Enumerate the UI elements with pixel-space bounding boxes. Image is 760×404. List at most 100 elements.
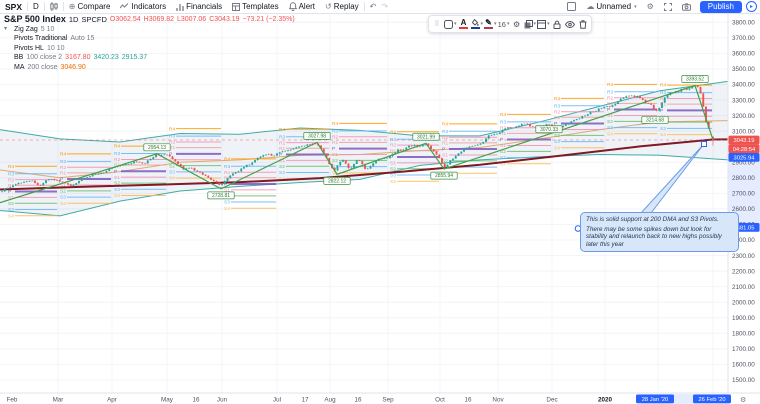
axis-settings-gear-icon[interactable]: ⚙	[740, 396, 746, 404]
svg-text:S1: S1	[332, 152, 338, 158]
svg-text:R2: R2	[554, 109, 560, 115]
svg-text:R3: R3	[169, 134, 175, 140]
callout-note[interactable]: This is solid support at 200 DMA and S3 …	[580, 212, 739, 252]
svg-text:Sep: Sep	[382, 397, 394, 404]
alert-button[interactable]: Alert	[284, 0, 320, 13]
svg-text:S1: S1	[442, 153, 448, 159]
indicator-row-pivots-traditional[interactable]: ▾ Pivots Traditional Auto 15	[4, 34, 295, 44]
indicator-name: BB	[14, 53, 23, 63]
indicator-row-bb[interactable]: ▾ BB 100 close 2 3167.80 3420.23 2915.37	[4, 53, 295, 63]
ohlc-open: O3062.54	[110, 15, 141, 25]
svg-text:Jun: Jun	[217, 397, 228, 404]
ohlc-close: C3043.19	[209, 15, 239, 25]
template-button[interactable]: ▾	[537, 18, 550, 31]
lock-button[interactable]	[551, 18, 563, 31]
layout-menu[interactable]: ☁ Unnamed ▾	[581, 0, 641, 13]
svg-text:3070.33: 3070.33	[540, 127, 558, 133]
panel-icon	[567, 2, 576, 11]
svg-text:2800.00: 2800.00	[732, 175, 755, 182]
svg-text:S3: S3	[169, 169, 175, 175]
pencil-icon: ✎	[484, 19, 493, 29]
redo-button[interactable]: ↷	[381, 0, 393, 13]
svg-text:S4: S4	[607, 131, 613, 137]
chart-type-button[interactable]	[45, 0, 63, 13]
templates-button[interactable]: Templates	[227, 0, 283, 13]
line-color-button[interactable]: ✎ ▾	[484, 18, 497, 31]
svg-text:S2: S2	[607, 119, 613, 125]
fill-color-button[interactable]: ▾	[471, 18, 484, 31]
interval-button[interactable]: D	[28, 0, 44, 13]
trash-icon	[579, 20, 587, 29]
symbol-label: SPX	[5, 2, 22, 12]
svg-text:2855.94: 2855.94	[435, 173, 453, 179]
indicator-row-ma[interactable]: ▾ MA 200 close 3046.90	[4, 63, 295, 73]
publish-button[interactable]: Publish	[700, 1, 742, 13]
legend-symbol: S&P 500 Index	[4, 15, 66, 25]
clone-style-button[interactable]: ▾	[524, 18, 537, 31]
svg-text:R3: R3	[607, 89, 613, 95]
undo-icon: ↶	[370, 3, 377, 11]
svg-text:3300.00: 3300.00	[732, 97, 755, 104]
svg-text:S3: S3	[224, 200, 230, 206]
svg-text:2700.00: 2700.00	[732, 191, 755, 198]
svg-text:R1: R1	[442, 140, 448, 146]
svg-text:3100.00: 3100.00	[732, 128, 755, 135]
svg-text:S2: S2	[332, 158, 338, 164]
svg-text:S4: S4	[554, 145, 560, 151]
templates-label: Templates	[242, 2, 278, 11]
svg-text:1600.00: 1600.00	[732, 362, 755, 369]
compare-button[interactable]: ⊕ Compare	[64, 0, 116, 13]
fullscreen-button[interactable]	[659, 0, 677, 13]
financials-button[interactable]: Financials	[171, 0, 227, 13]
indicators-icon	[120, 3, 129, 10]
screener-panel-button[interactable]	[562, 0, 581, 13]
svg-text:S3: S3	[114, 187, 120, 193]
svg-text:3400.00: 3400.00	[732, 82, 755, 89]
font-size-button[interactable]: 16 ▾	[498, 18, 510, 31]
svg-text:P: P	[660, 108, 663, 114]
indicator-row-zigzag[interactable]: ▾ Zig Zag 5 10	[4, 25, 295, 35]
svg-text:S2: S2	[554, 133, 560, 139]
svg-text:17: 17	[301, 397, 309, 404]
svg-text:26 Feb '20: 26 Feb '20	[698, 397, 725, 403]
replay-label: Replay	[334, 2, 359, 11]
text-color-icon: A	[459, 19, 468, 29]
snapshot-button[interactable]	[677, 0, 696, 13]
svg-text:R3: R3	[279, 134, 285, 140]
svg-text:R4: R4	[224, 156, 230, 162]
time-axis[interactable]: FebMarAprMay16JunJul17Aug16SepOct16NovDe…	[0, 393, 760, 404]
indicators-button[interactable]: Indicators	[115, 0, 171, 13]
account-avatar[interactable]: ▸	[746, 1, 757, 12]
svg-text:3027.98: 3027.98	[308, 133, 326, 139]
toolbar-drag-handle[interactable]: ⠿	[431, 18, 443, 31]
price-axis[interactable]: 3800.003700.003600.003500.003400.003300.…	[728, 13, 760, 404]
svg-text:R3: R3	[442, 129, 448, 135]
indicator-row-pivots-hl[interactable]: ▾ Pivots HL 10 10	[4, 44, 295, 54]
legend-main-row[interactable]: S&P 500 Index 1D SPCFD O3062.54 H3069.82…	[4, 15, 295, 25]
eye-icon	[565, 21, 575, 28]
delete-button[interactable]	[577, 18, 589, 31]
hide-button[interactable]	[564, 18, 576, 31]
indicator-params: 10 10	[47, 44, 65, 54]
svg-text:R1: R1	[60, 170, 66, 176]
replay-button[interactable]: ↺ Replay	[320, 0, 364, 13]
lock-icon	[553, 20, 561, 29]
undo-button[interactable]: ↶	[365, 0, 382, 13]
svg-text:3043.19: 3043.19	[734, 138, 755, 144]
indicator-params: 100 close 2	[26, 53, 62, 63]
chevron-down-icon: ▾	[634, 4, 637, 10]
svg-text:S2: S2	[60, 188, 66, 194]
svg-text:Dec: Dec	[546, 397, 557, 404]
svg-text:3600.00: 3600.00	[732, 51, 755, 58]
svg-text:1500.00: 1500.00	[732, 377, 755, 384]
ohlc-low: L3007.06	[177, 15, 206, 25]
symbol-button[interactable]: SPX	[0, 0, 27, 13]
collapse-caret-icon[interactable]: ▾	[4, 25, 11, 35]
settings-button[interactable]: ⚙	[511, 18, 523, 31]
redo-icon: ↷	[381, 3, 388, 11]
alert-label: Alert	[299, 2, 315, 11]
shape-style-button[interactable]: ▾	[444, 18, 457, 31]
text-color-button[interactable]: A	[458, 18, 470, 31]
svg-text:Nov: Nov	[492, 397, 504, 404]
chart-properties-button[interactable]: ⚙	[642, 0, 659, 13]
